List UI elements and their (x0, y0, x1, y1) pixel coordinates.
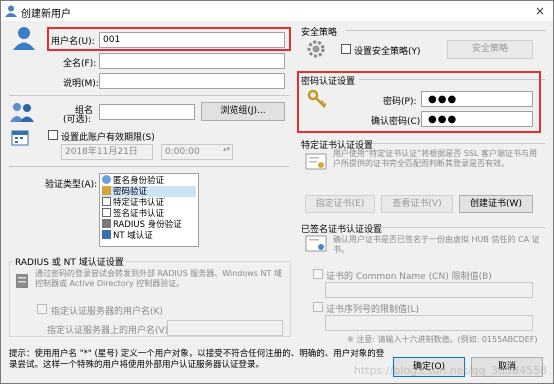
create-cert-button[interactable]: 创建证书(W) (459, 195, 533, 213)
cn-limit-label: 证书的 Common Name (CN) 限制值(B) (326, 272, 492, 282)
server-icon (102, 219, 111, 228)
serial-limit-checkbox[interactable] (313, 302, 323, 312)
group-icon (10, 103, 34, 122)
security-policy-checkbox-label: 设置安全策略(Y) (354, 47, 421, 57)
divider (346, 30, 546, 31)
radius-username-checkbox-label: 指定认证服务器的用户名(K) (51, 307, 163, 317)
certificate-icon (102, 197, 111, 206)
cn-limit-input[interactable] (325, 282, 533, 298)
auth-item-specific-cert[interactable]: 特定证书认证 (102, 197, 164, 208)
radius-description: 通过密码的登录尝试会转发到外部 RADIUS 服务器、Windows NT 域控… (35, 269, 282, 288)
security-policy-button[interactable]: 安全策略 (447, 40, 533, 59)
radius-username-input[interactable] (167, 320, 283, 336)
description-input[interactable] (99, 73, 285, 89)
calendar-icon (11, 130, 29, 146)
create-user-dialog: 创建新用户 × 用户名(U): 001 全名(F): 说明(M): 组名 (可选… (0, 0, 554, 384)
signed-certificate-icon (305, 235, 327, 252)
spin-icon: ▴▾ (223, 145, 231, 153)
serial-limit-label: 证书序列号的限制值(L) (326, 305, 420, 315)
certificate-icon (102, 208, 111, 217)
cn-limit-checkbox[interactable] (313, 269, 323, 279)
certificate-icon (305, 153, 327, 170)
expire-date-picker[interactable]: 2018年11月21日 (61, 144, 153, 160)
title-bar: 创建新用户 × (1, 1, 553, 21)
auth-type-label: 验证类型(A): (45, 180, 98, 190)
auth-item-radius[interactable]: RADIUS 身份验证 (102, 219, 182, 230)
signed-cert-description: 确认用户证书是否已签名于一份由虚拟 HUB 信任的 CA 证书。 (333, 235, 540, 254)
gear-icon (307, 40, 325, 58)
fullname-input[interactable] (99, 53, 285, 69)
user-app-icon (5, 5, 17, 17)
view-cert-button[interactable]: 查看证书(V) (381, 195, 453, 213)
serial-limit-input[interactable] (325, 315, 533, 331)
divider (9, 95, 289, 96)
divider (377, 227, 545, 228)
hint-text: 提示：使用用户名 "*" (星号) 定义一个用户对象，以接受不符合任何注册的、明… (9, 349, 385, 370)
user-icon (13, 27, 35, 50)
security-policy-title: 安全策略 (301, 28, 338, 38)
expire-checkbox-label: 设置此账户有效期限(S) (61, 133, 155, 143)
fullname-label: 全名(F): (63, 59, 97, 69)
specific-cert-description: 用户使用“特定证书认证”将根据是否 SSL 客户端证书与用户所提供的证书完全匹配… (333, 149, 537, 168)
group-input[interactable] (99, 104, 195, 120)
username-highlight (47, 27, 291, 51)
description-label: 说明(M): (63, 79, 99, 89)
watermark: https://blog.csdn.net/qq_36584558 (353, 364, 547, 377)
expire-checkbox[interactable] (48, 130, 58, 140)
close-button[interactable]: × (527, 1, 553, 21)
browse-group-button[interactable]: 浏览组(J)... (201, 102, 285, 121)
auth-type-list[interactable]: 匿名身份验证 密码验证 特定证书认证 签名证书认证 RADIUS 身份验证 NT… (99, 173, 199, 247)
auth-item-password[interactable]: 密码验证 (102, 186, 196, 197)
divider (9, 166, 289, 167)
domain-icon (102, 230, 111, 239)
key-icon (102, 186, 111, 195)
set-cert-button[interactable]: 指定证书(E) (305, 195, 375, 213)
hex-note: ※ 注意: 请输入十六进制数值。(例如: 0155ABCDEF) (347, 335, 538, 344)
radius-username-checkbox[interactable] (37, 304, 47, 314)
anonymous-icon (102, 175, 111, 184)
window-title: 创建新用户 (21, 9, 71, 20)
divider (373, 143, 545, 144)
group-optional-label: (可选): (63, 115, 92, 125)
auth-item-anonymous[interactable]: 匿名身份验证 (102, 175, 164, 186)
security-policy-checkbox[interactable] (341, 44, 351, 54)
auth-item-nt-domain[interactable]: NT 域认证 (102, 230, 153, 241)
password-highlight (297, 71, 541, 133)
auth-item-signed-cert[interactable]: 签名证书认证 (102, 208, 164, 219)
server-icon (16, 274, 28, 288)
radius-username-label: 指定认证服务器上的用户名(V): (47, 326, 172, 336)
signed-cert-title: 已签名证书认证设置 (301, 225, 383, 235)
radius-group-title: RADIUS 或 NT 域认证设置 (13, 255, 126, 268)
